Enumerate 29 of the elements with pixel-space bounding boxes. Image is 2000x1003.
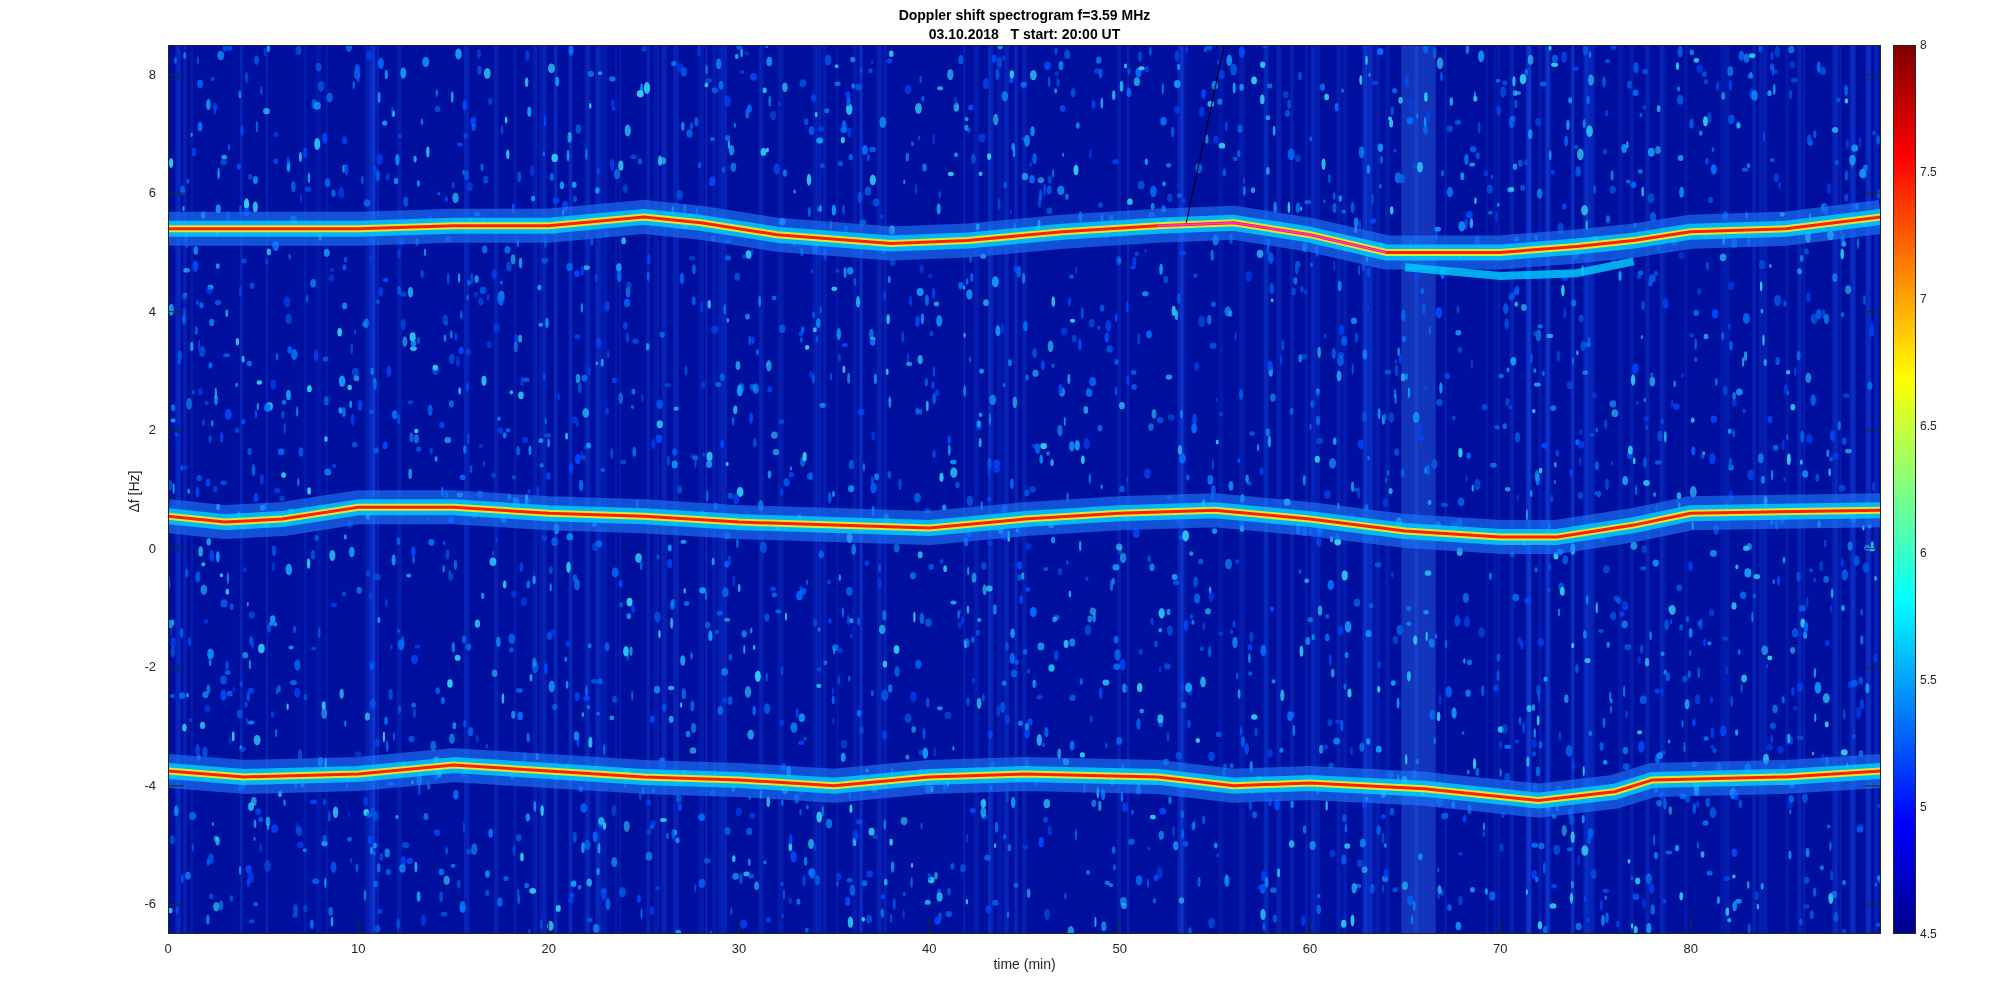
colorbar-tick-label: 5 xyxy=(1920,800,1927,815)
colorbar-tick-label: 5.5 xyxy=(1920,673,1937,688)
y-tick-label: -6 xyxy=(144,896,156,913)
x-tick-label: 40 xyxy=(921,941,938,957)
x-tick-label: 20 xyxy=(540,941,557,957)
colorbar-tick-label: 4.5 xyxy=(1920,927,1937,942)
colorbar-tick-label: 7 xyxy=(1920,292,1927,307)
y-tick-label: 4 xyxy=(148,303,156,320)
colorbar-tick-label: 7.5 xyxy=(1920,165,1937,180)
colorbar-tick-label: 6.5 xyxy=(1920,419,1937,434)
chart-title: Doppler shift spectrogram f=3.59 MHz xyxy=(898,6,1151,25)
x-tick-label: 50 xyxy=(1111,941,1128,957)
x-tick-label: 80 xyxy=(1682,941,1699,957)
x-tick-label: 70 xyxy=(1492,941,1509,957)
colorbar-tick-label: 8 xyxy=(1920,38,1927,53)
x-tick-label: 10 xyxy=(350,941,367,957)
y-axis-label: Δf [Hz] xyxy=(124,469,143,515)
x-tick-label: 60 xyxy=(1301,941,1319,957)
x-tick-label: 0 xyxy=(163,941,173,957)
y-tick-label: 6 xyxy=(148,185,156,202)
y-tick-label: 8 xyxy=(148,66,156,83)
chart-subtitle: 03.10.2018 T start: 20:00 UT xyxy=(928,25,1121,44)
y-tick-label: 0 xyxy=(148,540,156,557)
x-tick-label: 30 xyxy=(730,941,748,957)
colorbar-tick-label: 6 xyxy=(1920,546,1927,561)
y-tick-label: 2 xyxy=(148,422,156,439)
x-axis-label: time (min) xyxy=(993,955,1056,974)
y-tick-label: -4 xyxy=(144,777,156,794)
y-tick-label: -2 xyxy=(144,659,156,676)
